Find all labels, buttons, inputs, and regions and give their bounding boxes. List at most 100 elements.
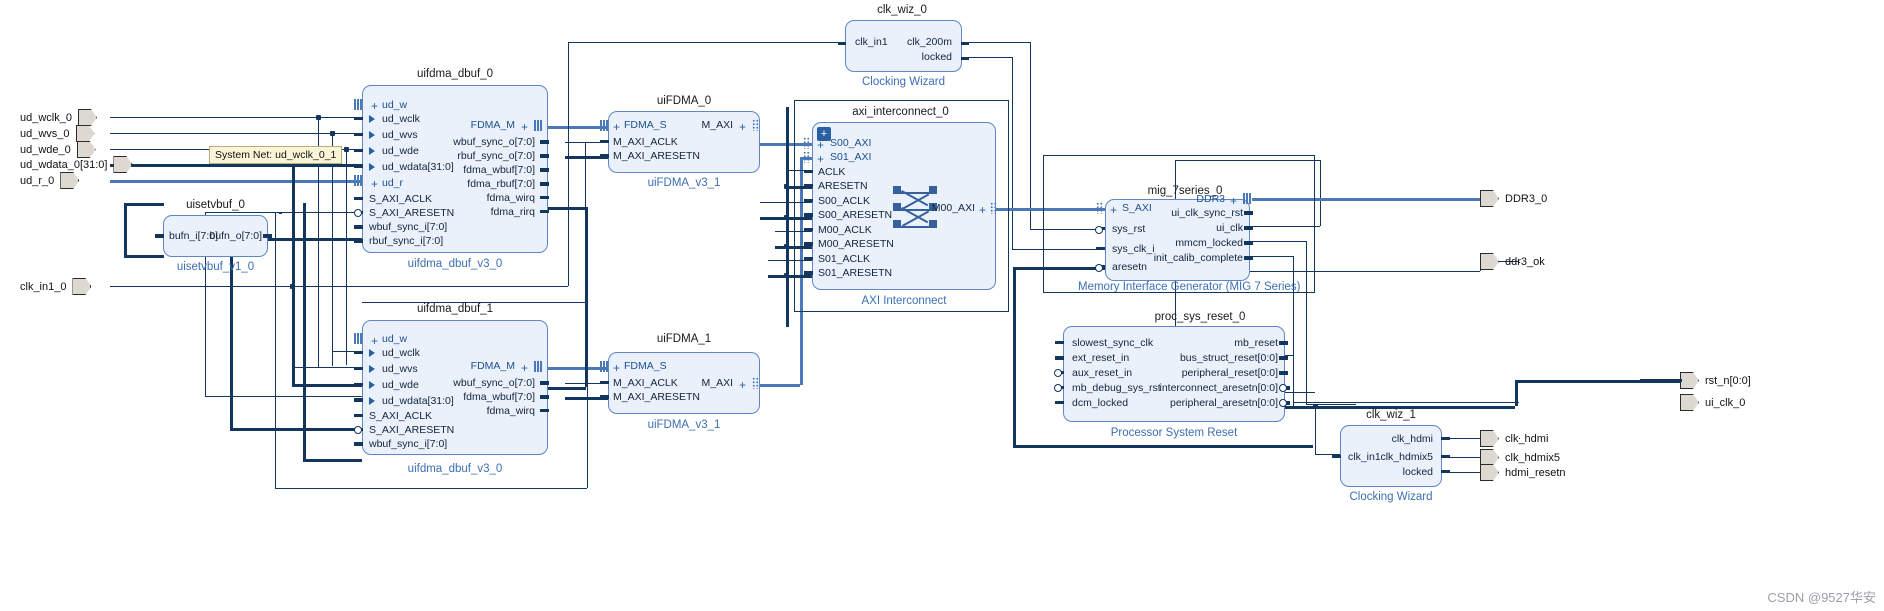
pin-M00_ARESETN[interactable]: M00_ARESETN (818, 239, 894, 250)
pin-FDMA_M[interactable]: FDMA_M (420, 120, 515, 131)
block-title-uifdma_dbuf_1: uifdma_dbuf_1 (416, 303, 494, 315)
pin-clk_hdmi[interactable]: clk_hdmi (1355, 434, 1433, 445)
pin-dcm_locked[interactable]: dcm_locked (1072, 398, 1128, 409)
port-arrow-icon (1480, 464, 1499, 481)
wire (110, 180, 362, 183)
net-tooltip: System Net: ud_wclk_0_1 (209, 146, 343, 164)
pin-S01_AXI[interactable]: S01_AXI (830, 152, 871, 163)
pin-M_AXI-1[interactable]: M_AXI (660, 378, 733, 389)
pin-clk_200m[interactable]: clk_200m (872, 37, 952, 48)
pin-fdma_wirq-1[interactable]: fdma_wirq (420, 406, 535, 417)
wire (110, 133, 362, 134)
pin-ext_reset_in[interactable]: ext_reset_in (1072, 353, 1129, 364)
port-clk_in1_0[interactable]: clk_in1_0 (20, 278, 92, 295)
pin-wbuf_sync_o[interactable]: wbuf_sync_o[7:0] (420, 137, 535, 148)
pin-M_AXI_ACLK[interactable]: M_AXI_ACLK (613, 137, 678, 148)
pin-locked[interactable]: locked (872, 52, 952, 63)
pin-fdma_wirq[interactable]: fdma_wirq (420, 193, 535, 204)
port-arrow-icon (77, 109, 97, 126)
block-subtitle-uiFDMA_1: uiFDMA_v3_1 (647, 419, 721, 431)
wire (110, 117, 362, 118)
pin-fdma_rbuf[interactable]: fdma_rbuf[7:0] (420, 179, 535, 190)
pin-wbuf_sync_o-1[interactable]: wbuf_sync_o[7:0] (420, 378, 535, 389)
port-arrow-icon (72, 278, 92, 295)
block-subtitle-uiFDMA_0: uiFDMA_v3_1 (647, 177, 721, 189)
pin-bus_struct_reset[interactable]: bus_struct_reset[0:0] (1150, 353, 1278, 364)
pin-ud_wvs-1[interactable]: ud_wvs (382, 364, 418, 375)
block-subtitle-uifdma_dbuf_0: uifdma_dbuf_v3_0 (407, 258, 503, 270)
block-subtitle-uifdma_dbuf_1: uifdma_dbuf_v3_0 (407, 463, 503, 475)
pin-ud_r[interactable]: ud_r (382, 178, 403, 189)
port-ui_clk_0[interactable]: ui_clk_0 (1680, 394, 1745, 411)
port-arrow-icon (76, 141, 96, 158)
pin-ud_wvs[interactable]: ud_wvs (382, 130, 418, 141)
pin-ARESETN[interactable]: ARESETN (818, 181, 868, 192)
pin-locked-1[interactable]: locked (1355, 467, 1433, 478)
block-subtitle-clk_wiz_0: Clocking Wizard (861, 76, 946, 88)
pin-ud_wclk[interactable]: ud_wclk (382, 114, 420, 125)
pin-clk_hdmix5[interactable]: clk_hdmix5 (1350, 452, 1433, 463)
port-arrow-icon (1480, 190, 1499, 207)
pin-S00_ARESETN[interactable]: S00_ARESETN (818, 210, 892, 221)
port-arrow-icon (1680, 394, 1699, 411)
port-clk_hdmix5[interactable]: clk_hdmix5 (1480, 449, 1560, 466)
port-arrow-icon (75, 125, 95, 142)
port-arrow-icon (1480, 430, 1499, 447)
pin-ud_w[interactable]: ud_w (382, 100, 407, 111)
port-ud_wclk_0[interactable]: ud_wclk_0 (20, 109, 97, 126)
port-ud_r_0[interactable]: ud_r_0 (20, 172, 80, 189)
pin-S00_AXI[interactable]: S00_AXI (830, 138, 871, 149)
port-hdmi_resetn[interactable]: hdmi_resetn (1480, 464, 1566, 481)
pin-bufn_o[interactable]: bufn_o[7:0] (182, 231, 262, 242)
port-DDR3_0[interactable]: DDR3_0 (1480, 190, 1547, 207)
block-subtitle-uisetvbuf_0: uisetvbuf_v1_0 (176, 261, 255, 273)
pin-wbuf_sync_i[interactable]: wbuf_sync_i[7:0] (369, 222, 447, 233)
block-subtitle-axi_interconnect_0: AXI Interconnect (861, 295, 947, 307)
pin-M_AXI[interactable]: M_AXI (660, 120, 733, 131)
pin-FDMA_S-1[interactable]: FDMA_S (624, 361, 667, 372)
pin-peripheral_reset[interactable]: peripheral_reset[0:0] (1150, 368, 1278, 379)
pin-FDMA_M-1[interactable]: FDMA_M (420, 361, 515, 372)
port-arrow-icon (1480, 449, 1499, 466)
pin-slowest_sync_clk[interactable]: slowest_sync_clk (1072, 338, 1153, 349)
block-title-uisetvbuf_0: uisetvbuf_0 (186, 199, 245, 211)
pin-ACLK[interactable]: ACLK (818, 167, 845, 178)
port-rst_n[interactable]: rst_n[0:0] (1680, 372, 1751, 389)
pin-S01_ACLK[interactable]: S01_ACLK (818, 254, 870, 265)
block-title-uiFDMA_1: uiFDMA_1 (656, 333, 712, 345)
watermark: CSDN @9527华安 (1767, 590, 1876, 605)
pin-rbuf_sync_i[interactable]: rbuf_sync_i[7:0] (369, 236, 443, 247)
pin-ud_wclk-1[interactable]: ud_wclk (382, 348, 420, 359)
pin-M00_ACLK[interactable]: M00_ACLK (818, 225, 872, 236)
block-title-proc_sys_reset_0: proc_sys_reset_0 (1154, 311, 1246, 323)
port-arrow-icon (1480, 253, 1499, 270)
pin-interconnect_aresetn[interactable]: interconnect_aresetn[0:0] (1130, 383, 1279, 394)
pin-S_AXI_ARESETN-1[interactable]: S_AXI_ARESETN (369, 425, 454, 436)
block-title-axi_interconnect_0: axi_interconnect_0 (852, 106, 949, 118)
pin-S01_ARESETN[interactable]: S01_ARESETN (818, 268, 892, 279)
pin-S00_ACLK[interactable]: S00_ACLK (818, 196, 870, 207)
block-subtitle-clk_wiz_1: Clocking Wizard (1349, 491, 1433, 503)
pin-aux_reset_in[interactable]: aux_reset_in (1072, 368, 1132, 379)
port-clk_hdmi[interactable]: clk_hdmi (1480, 430, 1548, 447)
port-ud_wvs_0[interactable]: ud_wvs_0 (20, 125, 95, 142)
pin-mb_reset[interactable]: mb_reset (1160, 338, 1278, 349)
port-ddr3_ok[interactable]: ddr3_ok (1480, 253, 1545, 270)
port-ud_wdata_0[interactable]: ud_wdata_0[31:0] (20, 156, 133, 173)
pin-wbuf_sync_i-1[interactable]: wbuf_sync_i[7:0] (369, 439, 447, 450)
pin-rbuf_sync_o[interactable]: rbuf_sync_o[7:0] (420, 151, 535, 162)
pin-ud_wde[interactable]: ud_wde (382, 146, 419, 157)
block-design-canvas[interactable]: clk_wiz_0 clk_in1 clk_200m locked Clocki… (0, 0, 1884, 611)
pin-M_AXI_ARESETN[interactable]: M_AXI_ARESETN (613, 151, 700, 162)
pin-fdma_rirq[interactable]: fdma_rirq (420, 207, 535, 218)
pin-M_AXI_ARESETN-1[interactable]: M_AXI_ARESETN (613, 392, 700, 403)
pin-peripheral_aresetn[interactable]: peripheral_aresetn[0:0] (1138, 398, 1278, 409)
pin-fdma_wbuf[interactable]: fdma_wbuf[7:0] (420, 165, 535, 176)
pin-fdma_wbuf-1[interactable]: fdma_wbuf[7:0] (420, 392, 535, 403)
block-title-clk_wiz_1: clk_wiz_1 (1366, 409, 1416, 421)
wire (110, 286, 295, 287)
pin-ud_w-1[interactable]: ud_w (382, 334, 407, 345)
port-ud_wde_0[interactable]: ud_wde_0 (20, 141, 96, 158)
pin-M00_AXI[interactable]: M00_AXI (920, 203, 975, 214)
pin-ud_wde-1[interactable]: ud_wde (382, 380, 419, 391)
